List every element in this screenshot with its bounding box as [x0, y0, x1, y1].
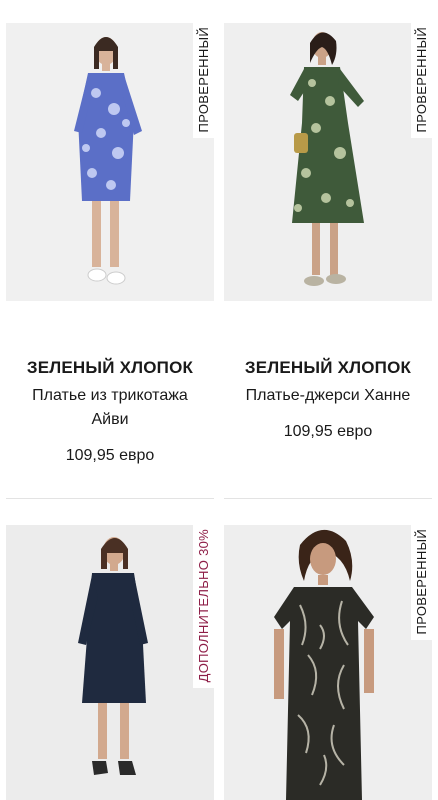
status-badge: ПРОВЕРЕННЫЙ: [411, 525, 432, 641]
product-card[interactable]: ПРОВЕРЕННЫЙ ЗЕЛЕНЫЙ ХЛОПОК Платье из три…: [6, 23, 214, 465]
divider: [6, 498, 214, 499]
product-price: 109,95 евро: [283, 423, 373, 440]
product-image[interactable]: ДОПОЛНИТЕЛЬНО 30%: [6, 525, 214, 800]
product-image[interactable]: ПРОВЕРЕННЫЙ: [224, 23, 432, 301]
product-image[interactable]: ПРОВЕРЕННЫЙ: [6, 23, 214, 301]
product-name[interactable]: Платье из трикотажа Айви: [6, 384, 214, 432]
product-card[interactable]: ПРОВЕРЕННЫЙ: [224, 525, 432, 800]
divider: [224, 498, 432, 499]
dress-model-illustration: [224, 23, 432, 301]
promo-badge: ДОПОЛНИТЕЛЬНО 30%: [193, 525, 214, 689]
dress-model-illustration: [224, 525, 432, 800]
product-brand: ЗЕЛЕНЫЙ ХЛОПОК: [26, 358, 194, 377]
product-price: 109,95 евро: [65, 447, 155, 464]
product-image[interactable]: ПРОВЕРЕННЫЙ: [224, 525, 432, 800]
product-name[interactable]: Платье-джерси Ханне: [224, 384, 432, 408]
dress-model-illustration: [6, 525, 214, 800]
status-badge: ПРОВЕРЕННЫЙ: [193, 23, 214, 139]
product-card[interactable]: ПРОВЕРЕННЫЙ ЗЕЛЕНЫЙ ХЛОПОК Платье-джерси…: [224, 23, 432, 441]
product-brand: ЗЕЛЕНЫЙ ХЛОПОК: [244, 358, 412, 377]
product-card[interactable]: ДОПОЛНИТЕЛЬНО 30%: [6, 525, 214, 800]
status-badge: ПРОВЕРЕННЫЙ: [411, 23, 432, 139]
dress-model-illustration: [6, 23, 214, 301]
